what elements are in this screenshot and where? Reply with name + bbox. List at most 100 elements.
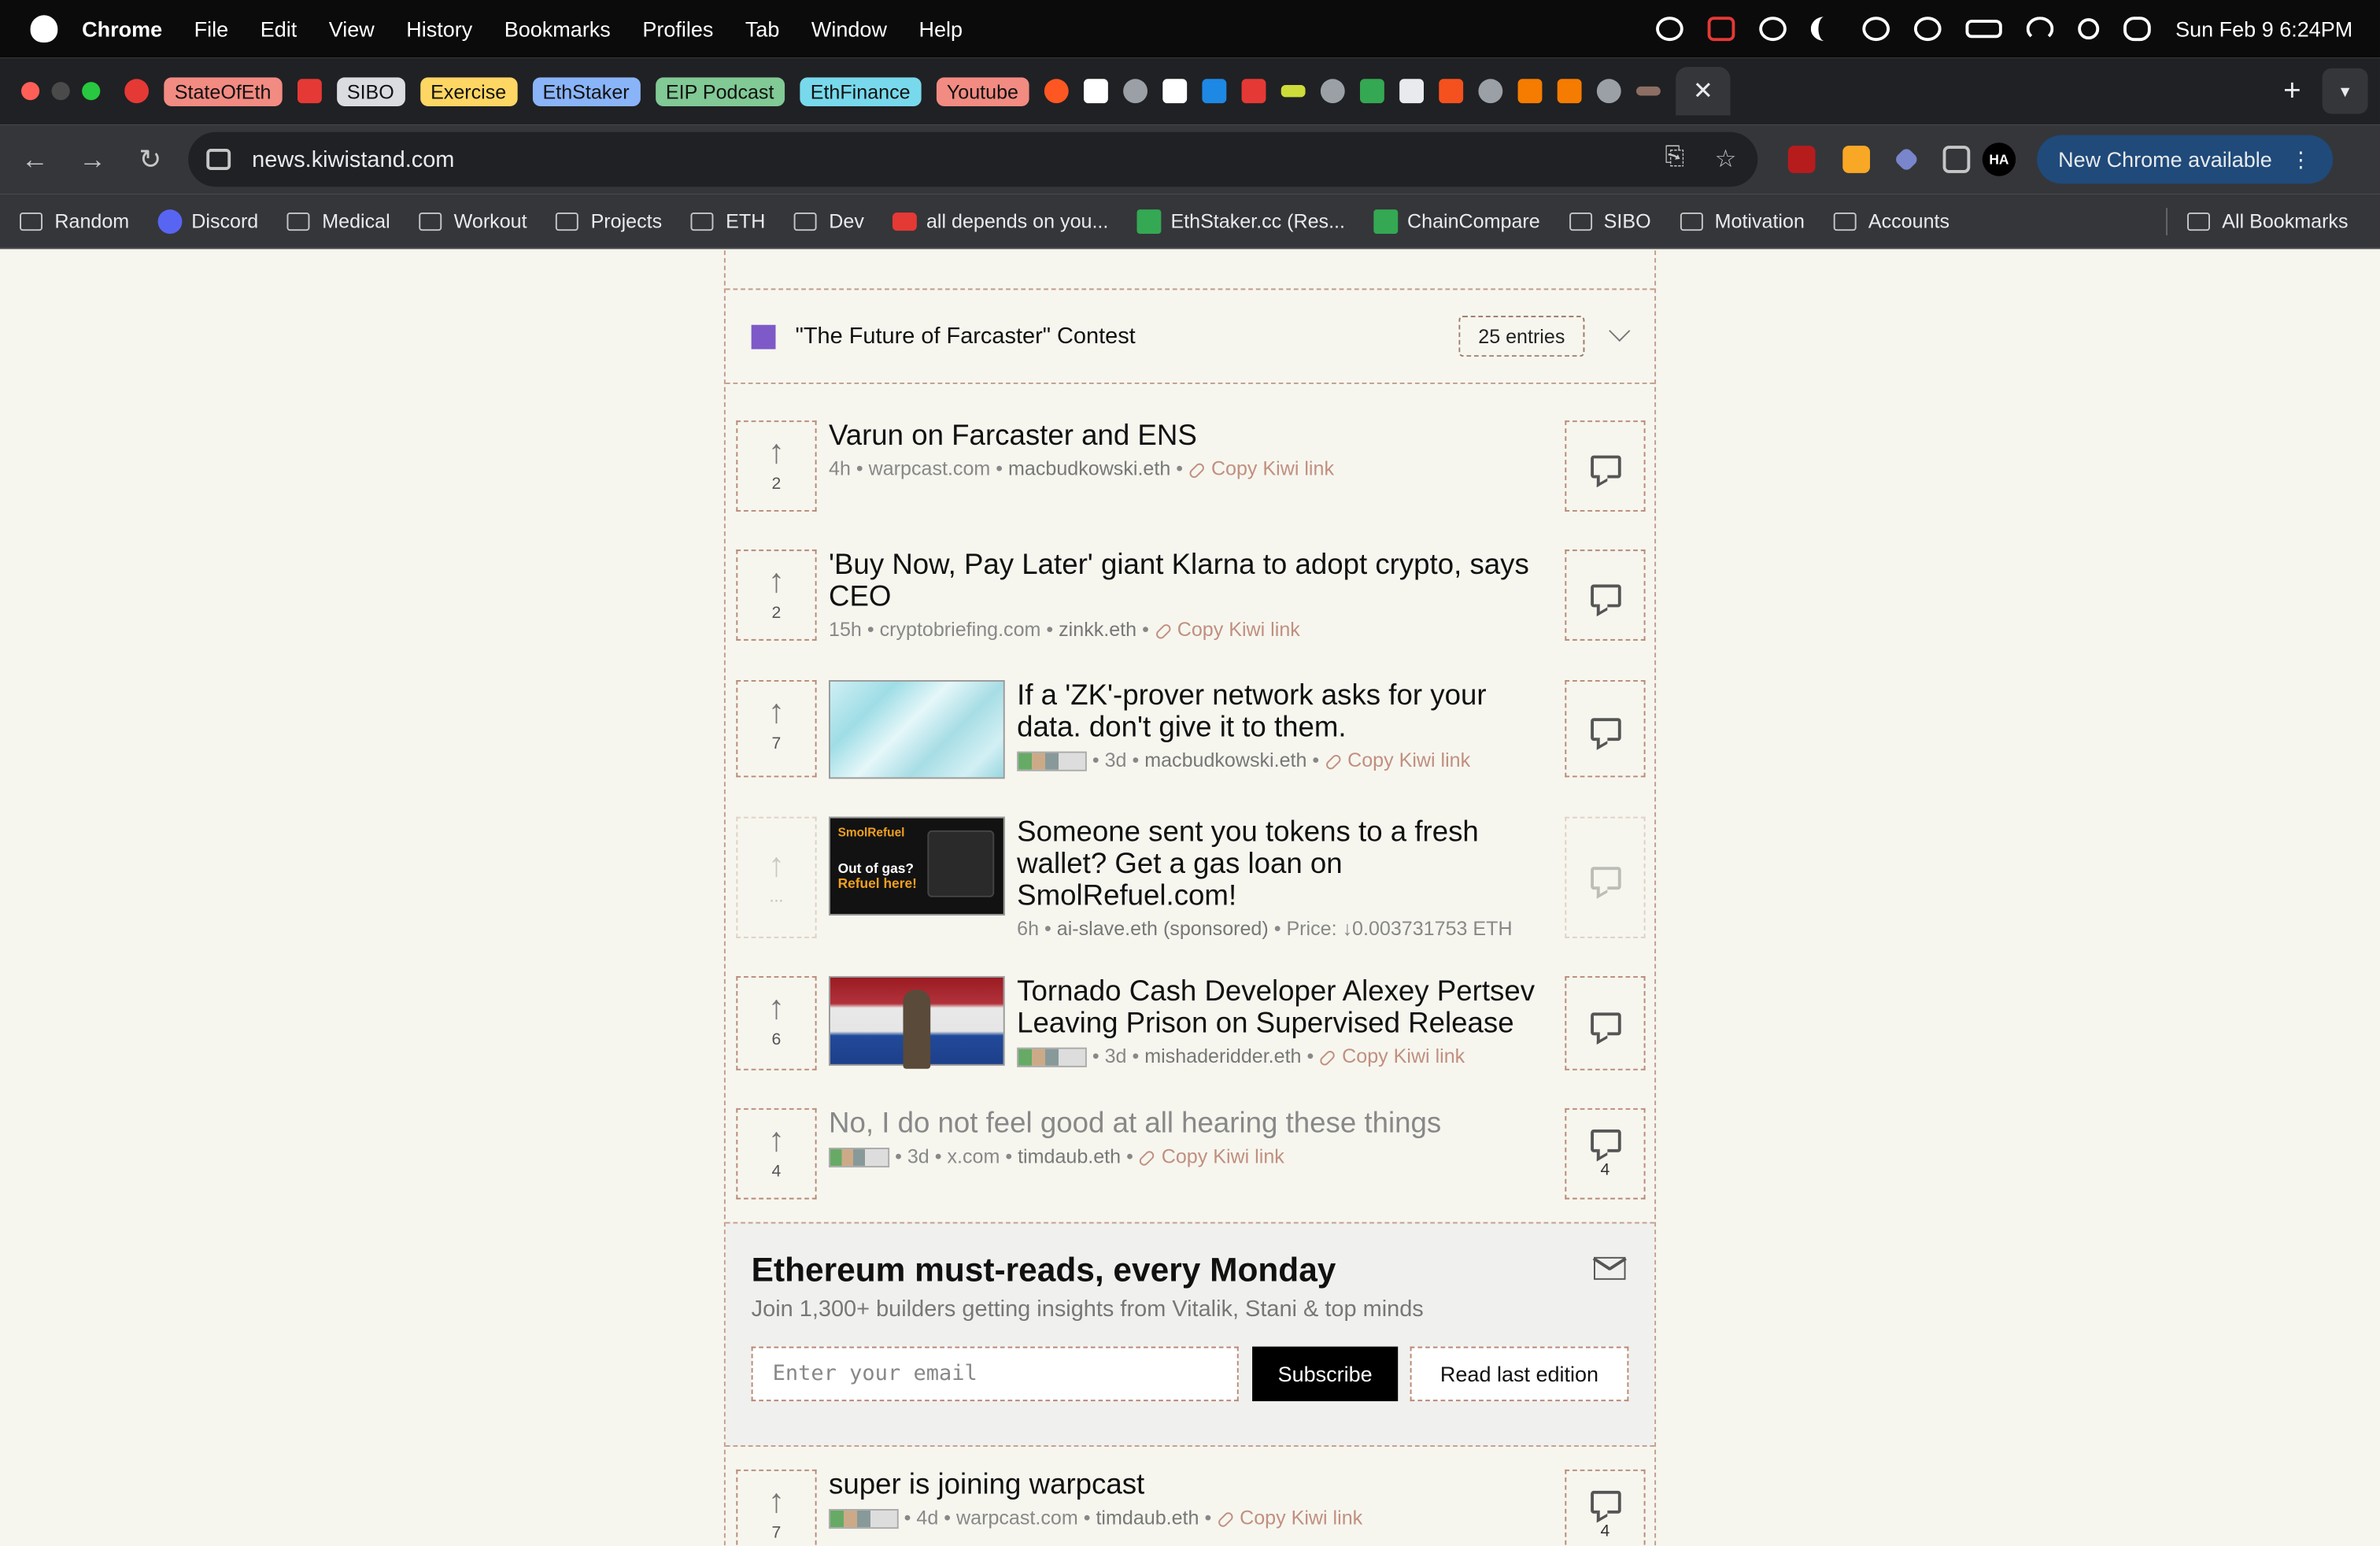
search-icon[interactable] — [2078, 18, 2100, 40]
bookmark-random[interactable]: Random — [20, 209, 129, 232]
story-author[interactable]: timdaub.eth — [1096, 1506, 1199, 1529]
menu-help[interactable]: Help — [918, 17, 963, 41]
comments-button[interactable] — [1565, 420, 1646, 512]
moon-icon[interactable] — [1811, 17, 1839, 42]
story-author[interactable]: macbudkowski.eth — [1008, 457, 1170, 479]
story-thumbnail[interactable] — [828, 976, 1005, 1069]
newsletter-email-input[interactable] — [751, 1346, 1239, 1402]
upvote-button[interactable]: ↑ 2 — [736, 549, 817, 641]
tab-favicon-icon[interactable] — [124, 79, 149, 104]
menu-view[interactable]: View — [329, 17, 375, 41]
bookmark-medical[interactable]: Medical — [286, 209, 390, 232]
close-window-button[interactable] — [20, 82, 40, 101]
upvote-button[interactable]: ↑ 4 — [736, 1108, 817, 1200]
youtube-icon[interactable] — [1241, 79, 1266, 104]
read-last-edition-button[interactable]: Read last edition — [1410, 1346, 1629, 1402]
apple-icon[interactable] — [30, 15, 58, 43]
voter-avatars[interactable] — [828, 1509, 899, 1529]
comments-button[interactable]: 4 — [1565, 1108, 1646, 1200]
upvote-button[interactable]: ↑ 7 — [736, 1469, 817, 1546]
bookmark-accounts[interactable]: Accounts — [1833, 209, 1949, 232]
extension-ublock-icon[interactable] — [1787, 146, 1816, 173]
youtube-icon[interactable] — [297, 79, 322, 104]
story-author[interactable]: timdaub.eth — [1018, 1145, 1121, 1167]
tab-group-stateofeth[interactable]: StateOfEth — [164, 76, 282, 106]
story-thumbnail[interactable]: SmolRefuel Out of gas? Refuel here! — [828, 816, 1005, 915]
upvote-button[interactable]: ↑ 7 — [736, 679, 817, 778]
story-domain[interactable]: cryptobriefing.com — [880, 618, 1041, 641]
menu-tab[interactable]: Tab — [745, 17, 780, 41]
layers-icon[interactable] — [1399, 79, 1424, 104]
play-store-icon[interactable] — [1359, 79, 1384, 104]
story-domain[interactable]: x.com — [947, 1145, 1000, 1167]
story-title[interactable]: Someone sent you tokens to a fresh walle… — [1017, 817, 1548, 912]
chrome-icon[interactable] — [1478, 79, 1503, 104]
stackoverflow-icon[interactable] — [1517, 79, 1543, 104]
extensions-puzzle-icon[interactable] — [1942, 146, 1971, 173]
control-center-icon[interactable] — [2123, 17, 2152, 42]
copy-kiwi-link[interactable]: Copy Kiwi link — [1324, 749, 1470, 771]
minimize-window-button[interactable] — [51, 82, 70, 101]
tab-group-sibo[interactable]: SIBO — [336, 76, 405, 106]
bookmark-chaincompare[interactable]: ChainCompare — [1373, 209, 1540, 234]
voter-avatars[interactable] — [1017, 751, 1087, 771]
tab-favicon-icon[interactable] — [1083, 79, 1108, 104]
bookmark-ethstaker[interactable]: EthStaker.cc (Res... — [1137, 209, 1345, 234]
voter-avatars[interactable] — [828, 1148, 890, 1168]
extension-icon[interactable] — [1842, 146, 1870, 173]
menu-app-name[interactable]: Chrome — [82, 17, 162, 41]
menu-window[interactable]: Window — [811, 17, 887, 41]
all-bookmarks-button[interactable]: All Bookmarks — [2186, 209, 2348, 232]
menu-bookmarks[interactable]: Bookmarks — [504, 17, 611, 41]
story-title[interactable]: Tornado Cash Developer Alexey Pertsev Le… — [1017, 976, 1548, 1040]
bookmark-discord[interactable]: Discord — [157, 209, 258, 234]
menu-edit[interactable]: Edit — [261, 17, 298, 41]
tab-search-button[interactable]: ▾ — [2322, 68, 2368, 114]
tab-group-youtube[interactable]: Youtube — [936, 76, 1029, 106]
upvote-button[interactable]: ↑ 2 — [736, 420, 817, 512]
menu-profiles[interactable]: Profiles — [642, 17, 713, 41]
ethereum-icon[interactable] — [1893, 146, 1920, 172]
story-title[interactable]: If a 'ZK'-prover network asks for your d… — [1017, 680, 1548, 744]
tab-group-exercise[interactable]: Exercise — [419, 76, 517, 106]
story-domain[interactable]: warpcast.com — [956, 1506, 1078, 1529]
comments-button[interactable] — [1565, 679, 1646, 778]
figure-icon[interactable] — [1759, 17, 1787, 42]
story-title[interactable]: No, I do not feel good at all hearing th… — [829, 1108, 1548, 1141]
story-thumbnail[interactable] — [828, 679, 1005, 779]
comments-button[interactable] — [1565, 549, 1646, 641]
subscribe-button[interactable]: Subscribe — [1252, 1346, 1399, 1402]
tab-group-eip-podcast[interactable]: EIP Podcast — [655, 76, 785, 106]
story-author[interactable]: mishaderidder.eth — [1144, 1045, 1301, 1067]
contest-entries-badge[interactable]: 25 entries — [1458, 316, 1585, 357]
copy-kiwi-link[interactable]: Copy Kiwi link — [1137, 1145, 1284, 1167]
story-domain[interactable]: warpcast.com — [869, 457, 991, 479]
chevron-down-icon[interactable] — [1609, 320, 1631, 342]
bookmark-dev[interactable]: Dev — [793, 209, 864, 232]
tab-favicon-icon[interactable] — [1635, 86, 1661, 96]
comments-button[interactable] — [1565, 816, 1646, 938]
reload-button[interactable]: ↻ — [121, 143, 179, 175]
x-icon[interactable] — [1162, 79, 1188, 104]
play-icon[interactable] — [1862, 17, 1890, 42]
app-status-icon[interactable] — [1708, 17, 1735, 42]
bookmark-projects[interactable]: Projects — [556, 209, 662, 232]
bookmark-motivation[interactable]: Motivation — [1680, 209, 1805, 232]
story-title[interactable]: Varun on Farcaster and ENS — [829, 420, 1548, 452]
menubar-clock[interactable]: Sun Feb 9 6:24PM — [2175, 17, 2352, 41]
active-tab-close-button[interactable]: ✕ — [1676, 66, 1731, 116]
contest-banner[interactable]: "The Future of Farcaster" Contest 25 ent… — [725, 290, 1655, 384]
wifi-icon[interactable] — [2027, 17, 2054, 42]
upvote-button[interactable]: ↑... — [736, 816, 817, 938]
chrome-icon[interactable] — [1320, 79, 1345, 104]
stackoverflow-icon[interactable] — [1557, 79, 1582, 104]
tab-favicon-icon[interactable] — [1439, 79, 1464, 104]
copy-kiwi-link[interactable]: Copy Kiwi link — [1216, 1506, 1362, 1529]
back-button[interactable]: ← — [6, 143, 64, 175]
comments-button[interactable] — [1565, 976, 1646, 1071]
address-bar[interactable]: news.kiwistand.com ⎘ ☆ — [188, 131, 1758, 187]
copy-kiwi-link[interactable]: Copy Kiwi link — [1153, 618, 1300, 641]
bookmark-all-depends[interactable]: all depends on you... — [893, 209, 1108, 232]
battery-icon[interactable] — [1965, 20, 2003, 39]
tab-group-ethstaker[interactable]: EthStaker — [532, 76, 641, 106]
